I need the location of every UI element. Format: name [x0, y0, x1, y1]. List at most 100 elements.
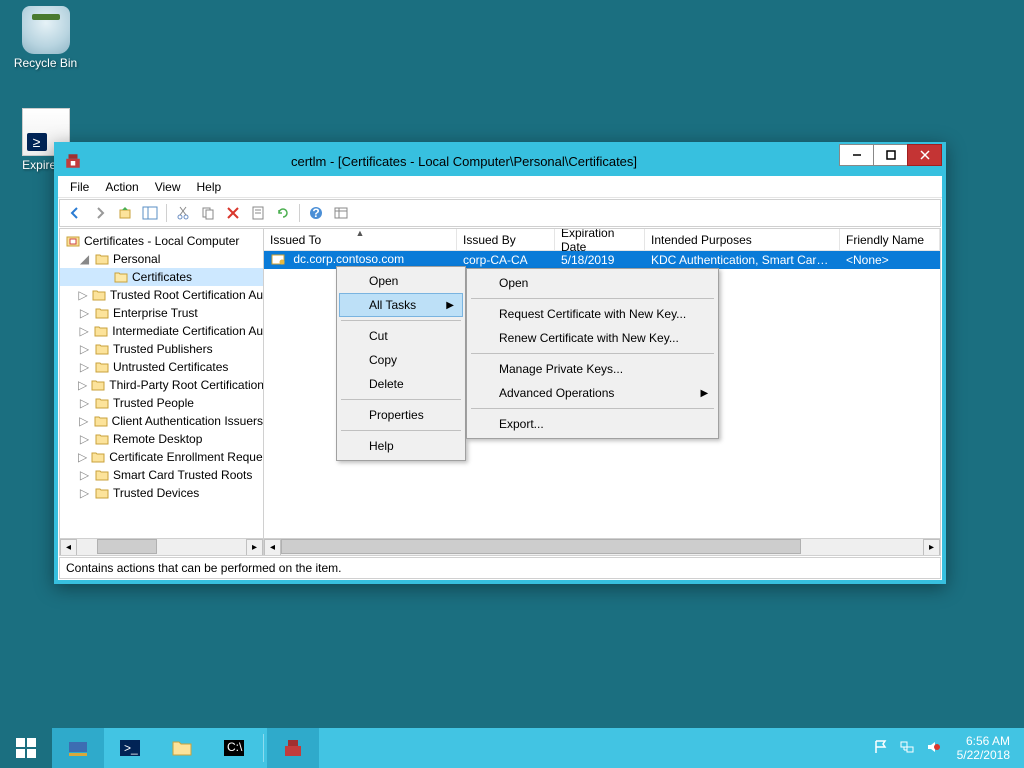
tree-folder[interactable]: ▷ Client Authentication Issuers — [60, 412, 263, 430]
tree-folder[interactable]: ▷Smart Card Trusted Roots — [60, 466, 263, 484]
ctx-cut[interactable]: Cut — [339, 324, 463, 348]
tree-folder[interactable]: ▷ Third-Party Root Certification — [60, 376, 263, 394]
column-purposes[interactable]: Intended Purposes — [645, 229, 840, 250]
scroll-thumb[interactable] — [97, 539, 157, 554]
expand-icon[interactable]: ▷ — [78, 379, 87, 392]
ctx-separator — [471, 298, 714, 299]
ctx-delete[interactable]: Delete — [339, 372, 463, 396]
column-issued-by[interactable]: Issued By — [457, 229, 555, 250]
folder-icon — [94, 395, 110, 411]
expand-icon[interactable]: ▷ — [78, 361, 91, 374]
tree-folder[interactable]: ▷ Intermediate Certification Au — [60, 322, 263, 340]
menu-help[interactable]: Help — [189, 176, 230, 197]
menu-view[interactable]: View — [147, 176, 189, 197]
cell-friendly: <None> — [840, 253, 940, 267]
tree-personal[interactable]: ◢ Personal — [60, 250, 263, 268]
copy-button[interactable] — [197, 202, 219, 224]
tree-folder[interactable]: ▷Untrusted Certificates — [60, 358, 263, 376]
tree-folder-label: Third-Party Root Certification — [109, 378, 264, 392]
tree-folder[interactable]: ▷Trusted Publishers — [60, 340, 263, 358]
titlebar[interactable]: certlm - [Certificates - Local Computer\… — [58, 146, 942, 176]
tree-folder[interactable]: ▷Remote Desktop — [60, 430, 263, 448]
ctx-all-tasks[interactable]: All Tasks ▶ — [339, 293, 463, 317]
scroll-track[interactable] — [281, 539, 923, 556]
recycle-bin-icon[interactable]: Recycle Bin — [8, 6, 83, 70]
ctx-copy[interactable]: Copy — [339, 348, 463, 372]
expand-icon[interactable]: ▷ — [78, 487, 91, 500]
scroll-right-button[interactable]: ▸ — [246, 539, 263, 556]
maximize-button[interactable] — [873, 144, 908, 166]
ctx-separator — [471, 353, 714, 354]
expand-icon[interactable]: ▷ — [78, 343, 91, 356]
scroll-left-button[interactable]: ◂ — [60, 539, 77, 556]
back-button[interactable] — [64, 202, 86, 224]
list-scrollbar[interactable]: ◂ ▸ — [264, 538, 940, 555]
scroll-thumb[interactable] — [281, 539, 801, 554]
tree-root[interactable]: Certificates - Local Computer — [60, 232, 263, 250]
scroll-right-button[interactable]: ▸ — [923, 539, 940, 556]
taskbar-powershell[interactable]: >_ — [104, 728, 156, 768]
statusbar: Contains actions that can be performed o… — [59, 557, 941, 579]
show-hide-tree-button[interactable] — [139, 202, 161, 224]
sub-renew-new-key[interactable]: Renew Certificate with New Key... — [469, 326, 716, 350]
tree-folder-label: Client Authentication Issuers — [112, 414, 263, 428]
taskbar-server-manager[interactable] — [52, 728, 104, 768]
expand-icon[interactable]: ▷ — [78, 325, 90, 338]
cut-button[interactable] — [172, 202, 194, 224]
menu-action[interactable]: Action — [97, 176, 146, 197]
ctx-open[interactable]: Open — [339, 269, 463, 293]
tray-flag-icon[interactable] — [873, 739, 889, 758]
certlm-window: certlm - [Certificates - Local Computer\… — [54, 142, 946, 584]
expand-icon[interactable]: ▷ — [78, 289, 88, 302]
tree-pane[interactable]: Certificates - Local Computer ◢ Personal… — [60, 229, 264, 555]
properties-button[interactable] — [247, 202, 269, 224]
taskbar-cmd[interactable]: C:\ — [208, 728, 260, 768]
ctx-separator — [341, 399, 461, 400]
tree-folder[interactable]: ▷Trusted Devices — [60, 484, 263, 502]
expand-icon[interactable]: ▷ — [78, 307, 91, 320]
sub-open[interactable]: Open — [469, 271, 716, 295]
tree-folder[interactable]: ▷Trusted Root Certification Au — [60, 286, 263, 304]
delete-button[interactable] — [222, 202, 244, 224]
forward-button[interactable] — [89, 202, 111, 224]
sub-advanced-operations[interactable]: Advanced Operations ▶ — [469, 381, 716, 405]
tree-folder[interactable]: ▷Certificate Enrollment Reques — [60, 448, 263, 466]
scroll-left-button[interactable]: ◂ — [264, 539, 281, 556]
ctx-help[interactable]: Help — [339, 434, 463, 458]
sub-export[interactable]: Export... — [469, 412, 716, 436]
tree-scrollbar[interactable]: ◂ ▸ — [60, 538, 263, 555]
expand-icon[interactable]: ▷ — [78, 433, 91, 446]
sub-request-new-key[interactable]: Request Certificate with New Key... — [469, 302, 716, 326]
close-button[interactable] — [907, 144, 942, 166]
ctx-properties[interactable]: Properties — [339, 403, 463, 427]
taskbar-certlm[interactable] — [267, 728, 319, 768]
expand-icon[interactable]: ▷ — [78, 415, 90, 428]
svg-text:?: ? — [312, 206, 319, 220]
tree-folder[interactable]: ▷Enterprise Trust — [60, 304, 263, 322]
tray-network-icon[interactable] — [899, 739, 915, 758]
up-button[interactable] — [114, 202, 136, 224]
expand-icon[interactable]: ▷ — [78, 451, 87, 464]
menu-file[interactable]: File — [62, 176, 97, 197]
tray-clock[interactable]: 6:56 AM 5/22/2018 — [951, 734, 1016, 763]
column-friendly[interactable]: Friendly Name — [840, 229, 940, 250]
start-button[interactable] — [0, 728, 52, 768]
tray-volume-icon[interactable] — [925, 739, 941, 758]
ctx-separator — [341, 320, 461, 321]
help-button[interactable]: ? — [305, 202, 327, 224]
expand-icon[interactable]: ▷ — [78, 469, 91, 482]
scroll-track[interactable] — [77, 539, 246, 556]
export-list-button[interactable] — [330, 202, 352, 224]
tree-folder[interactable]: ▷Trusted People — [60, 394, 263, 412]
tree-certificates[interactable]: Certificates — [60, 268, 263, 286]
expand-icon[interactable]: ▷ — [78, 397, 91, 410]
refresh-button[interactable] — [272, 202, 294, 224]
taskbar-explorer[interactable] — [156, 728, 208, 768]
tree-folder-label: Intermediate Certification Au — [112, 324, 263, 338]
collapse-icon[interactable]: ◢ — [78, 253, 91, 266]
column-expiration[interactable]: Expiration Date — [555, 229, 645, 250]
minimize-button[interactable] — [839, 144, 874, 166]
sub-manage-private-keys[interactable]: Manage Private Keys... — [469, 357, 716, 381]
column-issued-to[interactable]: Issued To▲ — [264, 229, 457, 250]
folder-open-icon — [113, 269, 129, 285]
